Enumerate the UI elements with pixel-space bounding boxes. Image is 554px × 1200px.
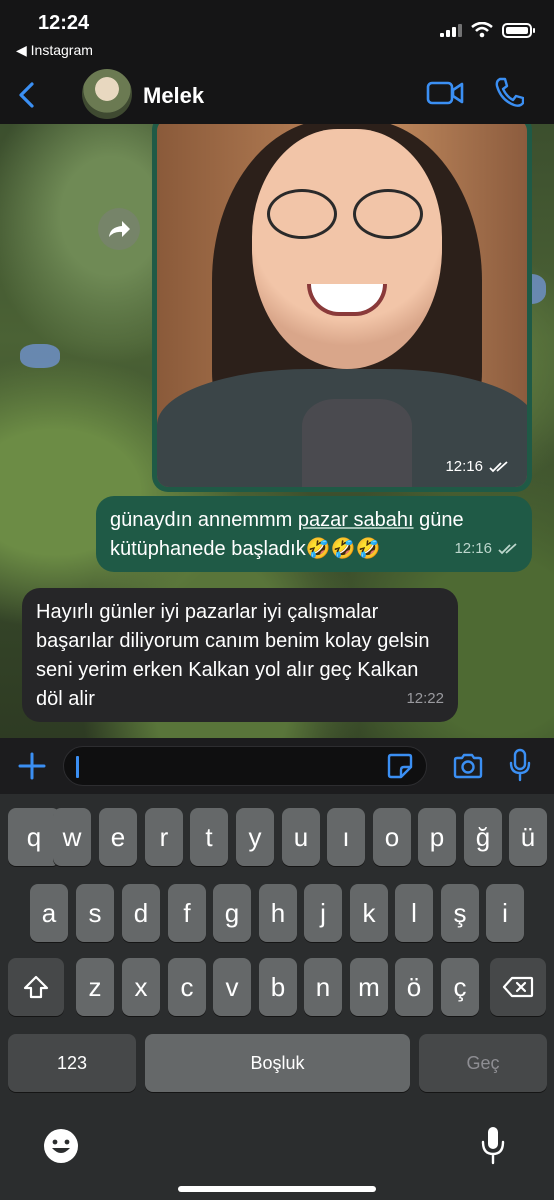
signal-icon (440, 23, 462, 37)
key-v[interactable]: v (213, 958, 251, 1016)
sticker-icon[interactable] (386, 752, 414, 780)
read-receipt-icon (489, 460, 508, 472)
key-p[interactable]: p (418, 808, 456, 866)
key-g[interactable]: g (213, 884, 251, 942)
key-c-cedilla[interactable]: ç (441, 958, 479, 1016)
key-b[interactable]: b (259, 958, 297, 1016)
selfie-photo[interactable]: 12:16 (157, 124, 527, 487)
key-k[interactable]: k (350, 884, 388, 942)
key-u-umlaut[interactable]: ü (509, 808, 547, 866)
plus-icon[interactable] (16, 750, 48, 782)
back-to-app-link[interactable]: ◀ Instagram (16, 42, 93, 59)
key-j[interactable]: j (304, 884, 342, 942)
key-h[interactable]: h (259, 884, 297, 942)
backspace-key[interactable] (490, 958, 546, 1016)
contact-name[interactable]: Melek (143, 83, 204, 109)
key-t[interactable]: t (190, 808, 228, 866)
key-i[interactable]: i (486, 884, 524, 942)
key-s[interactable]: s (76, 884, 114, 942)
wallpaper-sky-patch (20, 344, 60, 368)
incoming-message[interactable]: Hayırlı günler iyi pazarlar iyi çalışmal… (22, 588, 458, 722)
outgoing-text-a: günaydın annemmm (110, 509, 298, 531)
emoji-icon[interactable] (42, 1127, 80, 1165)
delivered-receipt-icon (498, 542, 517, 554)
return-key[interactable]: Geç (419, 1034, 547, 1092)
key-n[interactable]: n (304, 958, 342, 1016)
key-m[interactable]: m (350, 958, 388, 1016)
camera-icon[interactable] (452, 752, 484, 780)
wifi-icon (471, 22, 493, 38)
photo-timestamp: 12:16 (445, 458, 509, 475)
message-input[interactable] (63, 746, 427, 786)
photo-message[interactable]: 12:16 (152, 124, 532, 492)
home-indicator[interactable] (178, 1186, 376, 1192)
key-f[interactable]: f (168, 884, 206, 942)
dictation-mic-icon[interactable] (480, 1124, 506, 1166)
shift-icon (23, 975, 49, 999)
key-e[interactable]: e (99, 808, 137, 866)
outgoing-message[interactable]: günaydın annemmm pazar sabahı güne kütüp… (96, 496, 532, 572)
outgoing-text-link[interactable]: pazar sabahı (298, 509, 414, 531)
phone-call-icon[interactable] (494, 76, 524, 108)
space-key[interactable]: Boşluk (145, 1034, 410, 1092)
photo-time-text: 12:16 (445, 458, 483, 475)
backspace-icon (502, 976, 534, 998)
key-y[interactable]: y (236, 808, 274, 866)
key-c[interactable]: c (168, 958, 206, 1016)
key-z[interactable]: z (76, 958, 114, 1016)
video-call-icon[interactable] (426, 78, 464, 108)
key-u[interactable]: u (282, 808, 320, 866)
microphone-icon[interactable] (508, 748, 532, 782)
back-chevron-icon[interactable] (14, 80, 42, 110)
contact-avatar[interactable] (82, 69, 132, 119)
forward-button[interactable] (98, 208, 140, 250)
chat-area[interactable]: 12:16 günaydın annemmm pazar sabahı güne… (0, 124, 554, 738)
text-caret (76, 756, 79, 778)
key-o-umlaut[interactable]: ö (395, 958, 433, 1016)
top-bar: 12:24 ◀ Instagram Melek (0, 0, 554, 124)
photo-shirt (302, 399, 412, 487)
forward-arrow-icon (109, 221, 130, 237)
key-d[interactable]: d (122, 884, 160, 942)
numbers-key[interactable]: 123 (8, 1034, 136, 1092)
key-g-breve[interactable]: ğ (464, 808, 502, 866)
key-r[interactable]: r (145, 808, 183, 866)
status-time: 12:24 (38, 12, 90, 34)
key-w[interactable]: w (53, 808, 91, 866)
status-icons (440, 22, 535, 38)
photo-glasses (267, 189, 427, 239)
key-s-cedilla[interactable]: ş (441, 884, 479, 942)
message-composer (0, 738, 554, 794)
shift-key[interactable] (8, 958, 64, 1016)
photo-face (252, 129, 442, 369)
key-x[interactable]: x (122, 958, 160, 1016)
key-dotless-i[interactable]: ı (327, 808, 365, 866)
incoming-time: 12:22 (406, 690, 444, 707)
outgoing-time: 12:16 (454, 540, 492, 557)
outgoing-meta: 12:16 (454, 534, 518, 563)
keyboard: q w e r t y u ı o p ğ ü a s d f g h j k … (0, 794, 554, 1200)
battery-icon (502, 22, 535, 38)
key-o[interactable]: o (373, 808, 411, 866)
key-a[interactable]: a (30, 884, 68, 942)
key-l[interactable]: l (395, 884, 433, 942)
incoming-text: Hayırlı günler iyi pazarlar iyi çalışmal… (36, 601, 430, 710)
